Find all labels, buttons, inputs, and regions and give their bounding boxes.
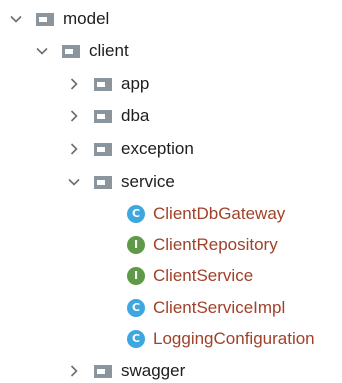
chevron-right-icon[interactable] <box>66 108 82 124</box>
package-folder-icon <box>94 175 112 189</box>
tree-node-label: exception <box>121 139 194 158</box>
class-icon: C <box>127 299 145 317</box>
tree-node-clientserviceimpl[interactable]: C ClientServiceImpl <box>0 292 285 324</box>
chevron-down-icon[interactable] <box>34 43 50 59</box>
class-icon: C <box>127 330 145 348</box>
package-folder-icon <box>62 44 80 58</box>
tree-node-label: ClientServiceImpl <box>153 298 286 317</box>
class-icon: C <box>127 205 145 223</box>
tree-node-label: ClientRepository <box>153 235 278 254</box>
chevron-down-icon[interactable] <box>66 174 82 190</box>
tree-node-label: swagger <box>121 361 186 380</box>
tree-node-label: dba <box>121 106 150 125</box>
interface-icon: I <box>127 267 145 285</box>
tree-node-clientrepository[interactable]: I ClientRepository <box>0 229 278 261</box>
tree-node-label: ClientService <box>153 266 254 285</box>
chevron-right-icon[interactable] <box>66 76 82 92</box>
tree-node-loggingconfiguration[interactable]: C LoggingConfiguration <box>0 323 315 355</box>
tree-node-app[interactable]: app <box>0 68 149 100</box>
tree-node-swagger[interactable]: swagger <box>0 355 185 383</box>
package-folder-icon <box>94 364 112 378</box>
tree-node-clientdbgateway[interactable]: C ClientDbGateway <box>0 198 285 230</box>
chevron-right-icon[interactable] <box>66 141 82 157</box>
chevron-right-icon[interactable] <box>66 363 82 379</box>
tree-node-label: app <box>121 74 150 93</box>
package-folder-icon <box>94 142 112 156</box>
tree-node-label: model <box>63 9 110 28</box>
tree-node-service[interactable]: service <box>0 166 175 198</box>
tree-node-label: client <box>89 41 129 60</box>
interface-icon: I <box>127 236 145 254</box>
package-folder-icon <box>36 12 54 26</box>
package-folder-icon <box>94 109 112 123</box>
tree-node-label: LoggingConfiguration <box>153 329 315 348</box>
package-folder-icon <box>94 77 112 91</box>
chevron-down-icon[interactable] <box>8 11 24 27</box>
tree-node-exception[interactable]: exception <box>0 133 194 165</box>
tree-node-client[interactable]: client <box>0 35 129 67</box>
tree-node-dba[interactable]: dba <box>0 100 149 132</box>
tree-node-model[interactable]: model <box>0 3 109 35</box>
tree-node-label: service <box>121 172 175 191</box>
tree-node-label: ClientDbGateway <box>153 204 286 223</box>
tree-node-clientservice[interactable]: I ClientService <box>0 260 253 292</box>
project-tree: model client app dba exception service C… <box>0 0 342 383</box>
